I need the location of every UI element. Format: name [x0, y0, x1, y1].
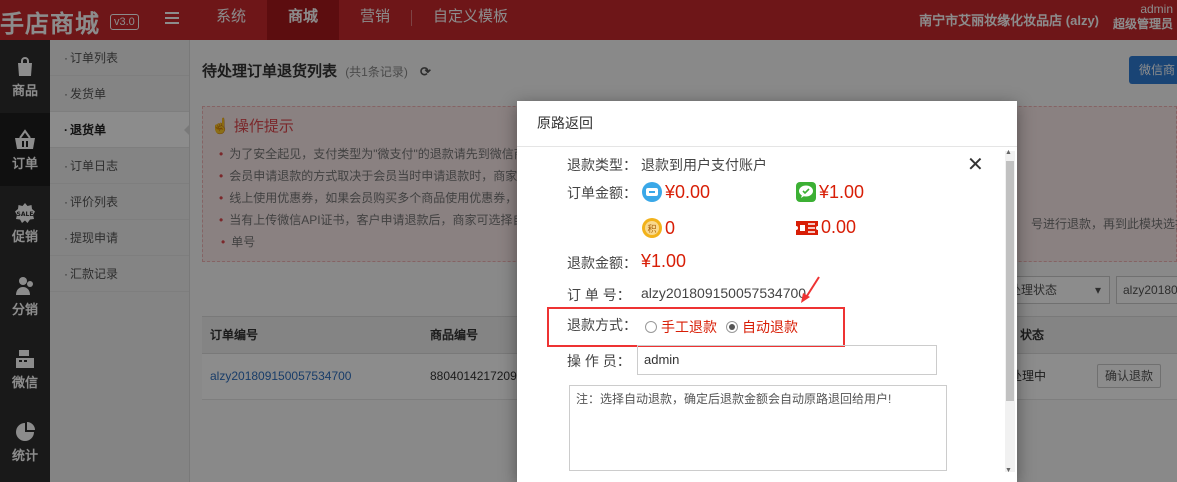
wechat-pay-icon [796, 182, 816, 202]
refund-amount-label: 退款金额： [567, 255, 637, 271]
wechat-amount-value: ¥1.00 [819, 181, 865, 202]
radio-circle-selected[interactable] [726, 321, 738, 333]
scroll-down-icon[interactable]: ▼ [1005, 467, 1012, 474]
refund-amount: ¥1.00 [641, 251, 687, 271]
scrollbar-thumb[interactable] [1006, 161, 1014, 401]
radio-auto-refund[interactable]: 自动退款 [726, 317, 798, 337]
scroll-up-icon[interactable]: ▲ [1005, 149, 1012, 156]
points-amount-value: 0 [665, 217, 676, 238]
close-icon[interactable]: ✕ [967, 155, 984, 175]
balance-amount-value: ¥0.00 [665, 181, 711, 202]
modal-body: ✕ ▲ ▼ 退款类型： 退款到用户支付账户 订单金额： ¥0.00 ¥1.00 … [517, 147, 1017, 482]
modal-order-no: alzy201809150057534700 [641, 285, 807, 301]
points-amount: 积 0 [641, 217, 675, 239]
order-amount-label: 订单金额： [567, 185, 637, 201]
refund-method-label: 退款方式： [567, 317, 637, 333]
coupon-icon [796, 220, 818, 235]
balance-amount: ¥0.00 [641, 181, 710, 203]
points-coin-icon: 积 [642, 218, 662, 238]
refund-type-label: 退款类型： [567, 157, 637, 173]
modal-title: 原路返回 [517, 101, 1017, 147]
radio-circle[interactable] [645, 321, 657, 333]
order-no-label: 订 单 号： [567, 287, 631, 303]
annotation-arrow-icon [801, 276, 820, 303]
wallet-balance-icon [642, 182, 662, 202]
radio-manual-refund[interactable]: 手工退款 [645, 317, 717, 337]
refund-modal: 原路返回 ✕ ▲ ▼ 退款类型： 退款到用户支付账户 订单金额： ¥0.00 ¥… [517, 101, 1017, 482]
wechat-amount: ¥1.00 [795, 181, 864, 203]
modal-scrollbar[interactable]: ▲ ▼ [1005, 149, 1015, 474]
operator-input[interactable]: admin [637, 345, 937, 375]
operator-label: 操 作 员： [567, 353, 631, 369]
svg-text:积: 积 [647, 223, 656, 235]
coupon-amount: 0.00 [795, 217, 856, 238]
note-textarea[interactable]: 注：选择自动退款，确定后退款金额会自动原路退回给用户! [569, 385, 947, 471]
coupon-amount-value: 0.00 [821, 217, 857, 237]
radio-auto-label: 自动退款 [742, 319, 798, 335]
refund-type-value: 退款到用户支付账户 [641, 157, 767, 173]
radio-manual-label: 手工退款 [661, 319, 717, 335]
